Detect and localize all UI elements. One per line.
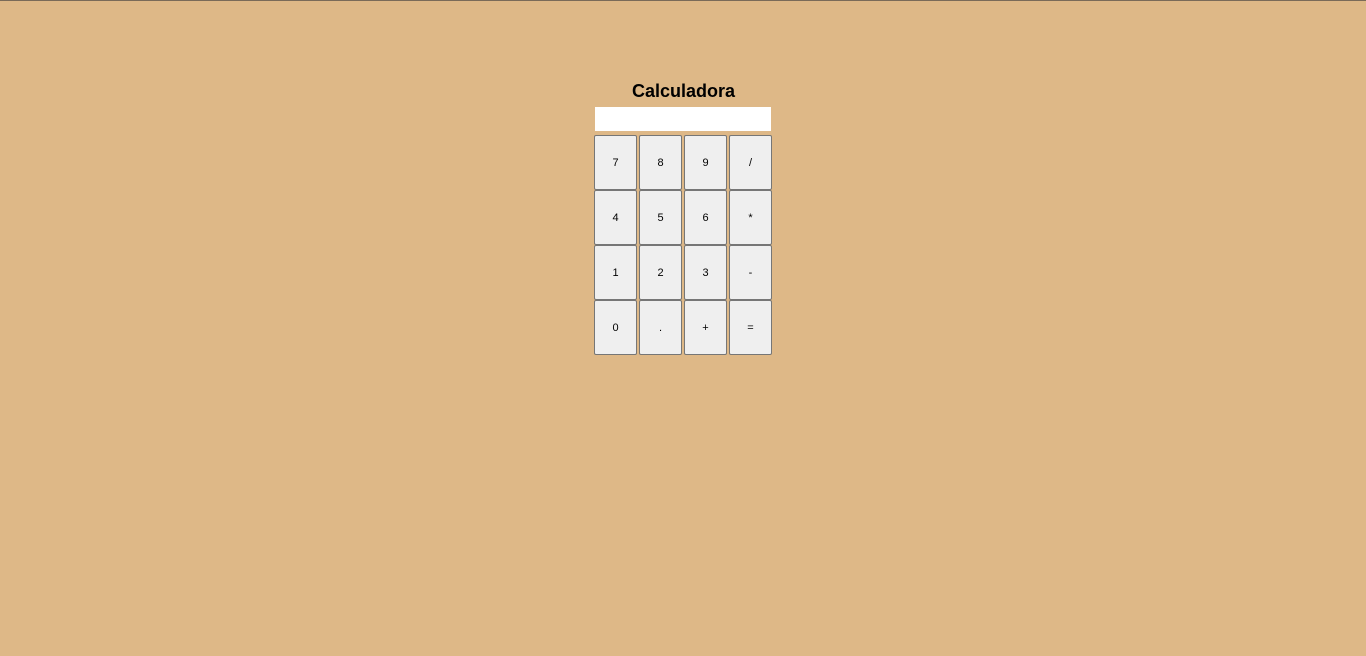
key-equals[interactable]: = bbox=[729, 300, 772, 355]
calculator-display[interactable] bbox=[595, 107, 771, 131]
key-add[interactable]: + bbox=[684, 300, 727, 355]
window-top-border bbox=[0, 0, 1366, 1]
key-5[interactable]: 5 bbox=[639, 190, 682, 245]
key-8[interactable]: 8 bbox=[639, 135, 682, 190]
key-1[interactable]: 1 bbox=[594, 245, 637, 300]
key-multiply[interactable]: * bbox=[729, 190, 772, 245]
key-decimal[interactable]: . bbox=[639, 300, 682, 355]
key-9[interactable]: 9 bbox=[684, 135, 727, 190]
key-3[interactable]: 3 bbox=[684, 245, 727, 300]
key-2[interactable]: 2 bbox=[639, 245, 682, 300]
calculator: Calculadora 7 8 9 / 4 5 6 * 1 2 3 - 0 . … bbox=[594, 80, 773, 355]
key-0[interactable]: 0 bbox=[594, 300, 637, 355]
key-7[interactable]: 7 bbox=[594, 135, 637, 190]
key-4[interactable]: 4 bbox=[594, 190, 637, 245]
key-6[interactable]: 6 bbox=[684, 190, 727, 245]
key-divide[interactable]: / bbox=[729, 135, 772, 190]
keypad: 7 8 9 / 4 5 6 * 1 2 3 - 0 . + = bbox=[594, 135, 773, 355]
key-subtract[interactable]: - bbox=[729, 245, 772, 300]
page-title: Calculadora bbox=[631, 81, 736, 101]
